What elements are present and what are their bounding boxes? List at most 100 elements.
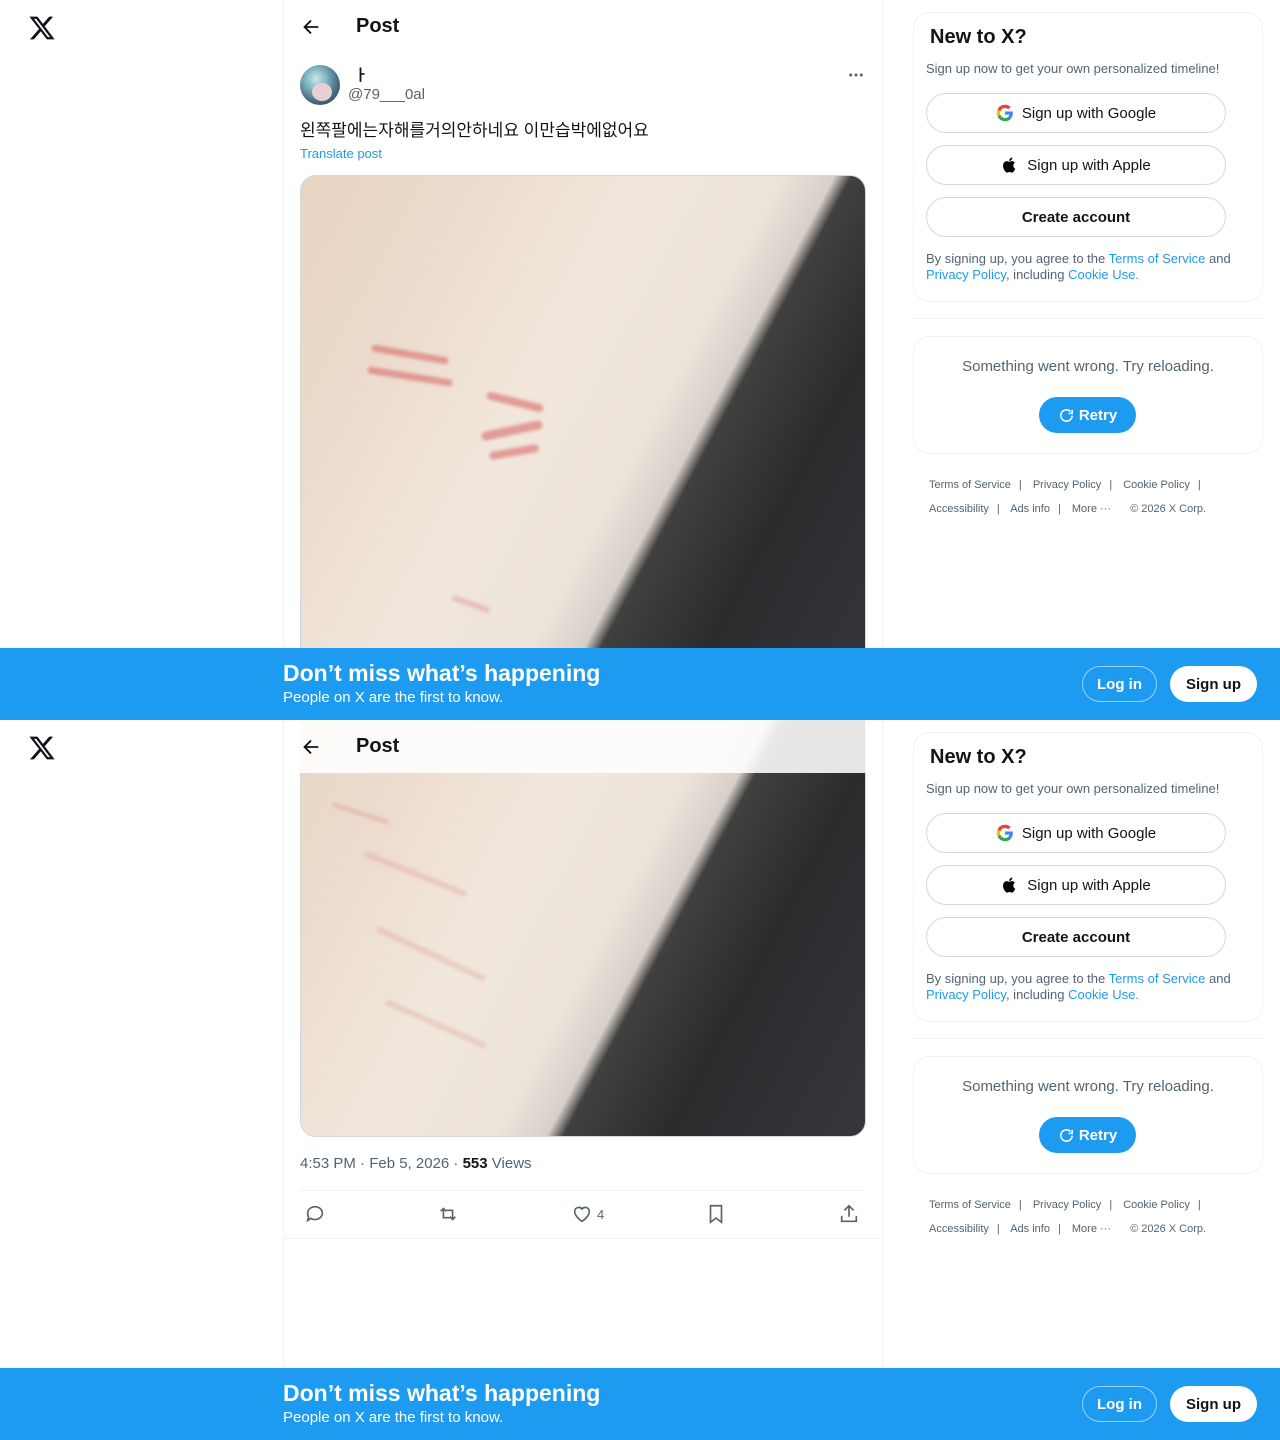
sign-up-google-button[interactable]: Sign up with Google <box>926 93 1226 133</box>
viewport-top: Post ㅏ @79___0al 왼쪽팔에는자해를거의안하네요 이만습박에없어요… <box>0 0 1280 720</box>
cookie-link[interactable]: Cookie Use. <box>1068 267 1139 282</box>
back-arrow-icon[interactable] <box>300 736 322 758</box>
reply-button[interactable] <box>304 1203 326 1225</box>
error-message: Something went wrong. Try reloading. <box>962 358 1214 375</box>
post-image[interactable] <box>300 720 866 1137</box>
footer-more[interactable]: More ··· <box>1072 1223 1111 1235</box>
new-to-x-title: New to X? <box>930 746 1027 768</box>
display-name[interactable]: ㅏ <box>354 64 368 85</box>
sign-up-button[interactable]: Sign up <box>1170 1386 1257 1422</box>
error-card: Something went wrong. Try reloading. Ret… <box>913 1056 1263 1174</box>
create-account-button[interactable]: Create account <box>926 917 1226 957</box>
sign-up-google-label: Sign up with Google <box>1021 104 1157 122</box>
sign-up-google-button[interactable]: Sign up with Google <box>926 813 1226 853</box>
footer-more[interactable]: More ··· <box>1072 503 1111 515</box>
privacy-link[interactable]: Privacy Policy <box>926 267 1006 282</box>
banner-title: Don’t miss what’s happening <box>283 1380 601 1406</box>
reply-icon <box>306 1205 324 1223</box>
share-button[interactable] <box>838 1203 860 1225</box>
sign-up-apple-button[interactable]: Sign up with Apple <box>926 145 1226 185</box>
new-to-x-card: New to X? Sign up now to get your own pe… <box>913 12 1263 302</box>
post-text: 왼쪽팔에는자해를거의안하네요 이만습박에없어요 <box>300 121 649 140</box>
footer-link[interactable]: Cookie Policy <box>1123 1199 1190 1211</box>
footer-link[interactable]: Terms of Service <box>929 479 1011 491</box>
google-icon <box>996 104 1013 122</box>
new-to-x-title: New to X? <box>930 26 1027 48</box>
copyright: © 2026 X Corp. <box>1130 503 1207 515</box>
repost-button[interactable] <box>437 1203 459 1225</box>
sign-up-google-label: Sign up with Google <box>1021 824 1157 842</box>
user-handle[interactable]: @79___0al <box>348 86 425 103</box>
more-options-icon[interactable] <box>846 66 866 84</box>
apple-icon <box>1003 157 1016 173</box>
signup-legal-text: By signing up, you agree to the Terms of… <box>926 251 1231 282</box>
share-icon <box>840 1204 858 1223</box>
repost-icon <box>440 1207 456 1221</box>
copyright: © 2026 X Corp. <box>1130 1223 1207 1235</box>
apple-icon <box>1003 877 1016 893</box>
retry-button[interactable]: Retry <box>1039 1117 1136 1153</box>
post-column: Post ㅏ @79___0al 왼쪽팔에는자해를거의안하네요 이만습박에없어요… <box>283 0 883 720</box>
new-to-x-subtitle: Sign up now to get your own personalized… <box>926 61 1220 76</box>
error-card: Something went wrong. Try reloading. Ret… <box>913 336 1263 454</box>
viewport-bottom: Post 4:53 PM · Feb 5, 2026 · 553 Views 4 <box>0 720 1280 1440</box>
post-header: Post <box>284 0 882 53</box>
sign-up-apple-label: Sign up with Apple <box>1027 876 1151 894</box>
cookie-link[interactable]: Cookie Use. <box>1068 987 1139 1002</box>
create-account-button[interactable]: Create account <box>926 197 1226 237</box>
error-message: Something went wrong. Try reloading. <box>962 1078 1214 1095</box>
views-count: 553 <box>462 1155 488 1172</box>
like-button[interactable]: 4 <box>571 1203 604 1225</box>
back-arrow-icon[interactable] <box>300 16 322 38</box>
page-title: Post <box>356 15 400 37</box>
bookmark-button[interactable] <box>705 1203 727 1225</box>
footer-link[interactable]: Ads info <box>1010 503 1050 515</box>
retry-button[interactable]: Retry <box>1039 397 1136 433</box>
post-image[interactable] <box>300 175 866 720</box>
footer-link[interactable]: Accessibility <box>929 1223 989 1235</box>
avatar[interactable] <box>300 65 340 105</box>
heart-icon <box>573 1206 591 1223</box>
x-logo-icon[interactable] <box>28 14 56 42</box>
x-logo-icon[interactable] <box>28 734 56 762</box>
post-header: Post <box>284 720 882 773</box>
bookmark-icon <box>709 1204 723 1224</box>
sign-up-button[interactable]: Sign up <box>1170 666 1257 702</box>
terms-link[interactable]: Terms of Service <box>1109 251 1206 266</box>
google-icon <box>996 824 1013 842</box>
log-in-button[interactable]: Log in <box>1082 666 1157 702</box>
translate-post-link[interactable]: Translate post <box>300 146 382 161</box>
new-to-x-subtitle: Sign up now to get your own personalized… <box>926 781 1220 796</box>
footer-link[interactable]: Privacy Policy <box>1033 479 1101 491</box>
divider <box>284 1238 882 1239</box>
new-to-x-card: New to X? Sign up now to get your own pe… <box>913 732 1263 1022</box>
sign-up-apple-label: Sign up with Apple <box>1027 156 1151 174</box>
terms-link[interactable]: Terms of Service <box>1109 971 1206 986</box>
signup-banner: Don’t miss what’s happening People on X … <box>0 648 1280 720</box>
banner-subtitle: People on X are the first to know. <box>283 689 504 706</box>
sidebar-divider <box>913 318 1263 319</box>
banner-title: Don’t miss what’s happening <box>283 660 601 686</box>
sidebar-footer: Terms of Service | Privacy Policy | Cookie… <box>929 479 1207 515</box>
sign-up-apple-button[interactable]: Sign up with Apple <box>926 865 1226 905</box>
refresh-icon <box>1059 1128 1073 1142</box>
footer-link[interactable]: Accessibility <box>929 503 989 515</box>
footer-link[interactable]: Ads info <box>1010 1223 1050 1235</box>
banner-subtitle: People on X are the first to know. <box>283 1409 504 1426</box>
signup-legal-text: By signing up, you agree to the Terms of… <box>926 971 1231 1002</box>
like-count: 4 <box>597 1206 605 1222</box>
page-title: Post <box>356 735 400 757</box>
post-actions: 4 <box>300 1201 866 1229</box>
footer-link[interactable]: Cookie Policy <box>1123 479 1190 491</box>
signup-banner: Don’t miss what’s happening People on X … <box>0 1368 1280 1440</box>
post-column: Post 4:53 PM · Feb 5, 2026 · 553 Views 4 <box>283 720 883 1440</box>
sidebar-footer: Terms of Service | Privacy Policy | Cookie… <box>929 1199 1207 1235</box>
log-in-button[interactable]: Log in <box>1082 1386 1157 1422</box>
footer-link[interactable]: Terms of Service <box>929 1199 1011 1211</box>
post-timestamp: 4:53 PM · Feb 5, 2026 · 553 Views <box>300 1155 532 1172</box>
sidebar-divider <box>913 1038 1263 1039</box>
divider <box>300 1190 866 1191</box>
footer-link[interactable]: Privacy Policy <box>1033 1199 1101 1211</box>
privacy-link[interactable]: Privacy Policy <box>926 987 1006 1002</box>
refresh-icon <box>1059 408 1073 422</box>
